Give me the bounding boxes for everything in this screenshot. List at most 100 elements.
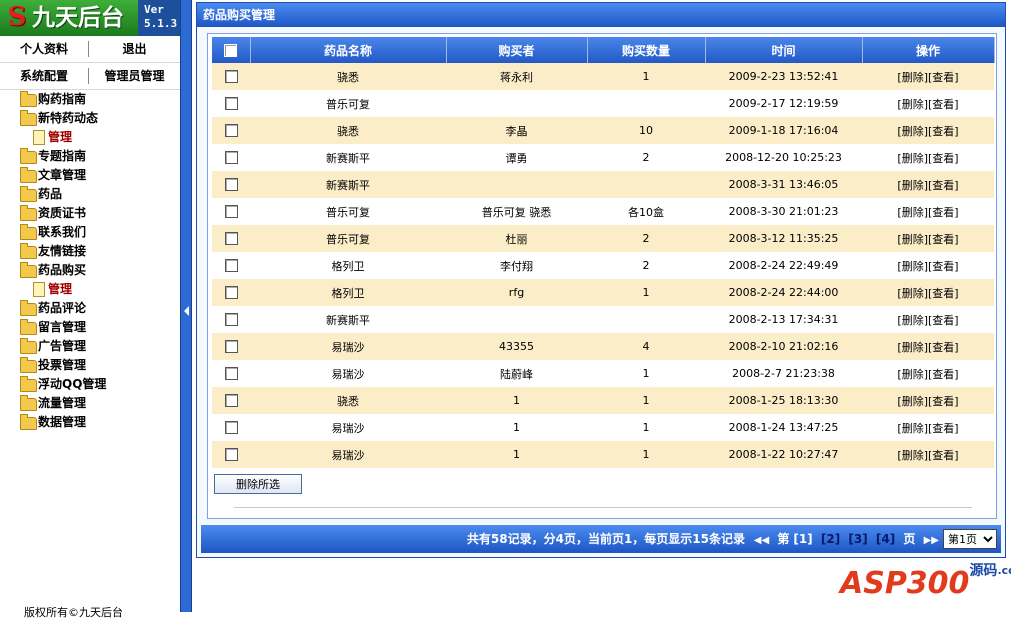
sidebar-item[interactable]: 专题指南 (0, 147, 180, 166)
folder-icon (20, 91, 37, 107)
sidebar-item-label: 药品 (38, 187, 63, 201)
row-checkbox[interactable] (224, 151, 238, 165)
sidebar-item[interactable]: 留言管理 (0, 318, 180, 337)
cell-actions[interactable]: [删除][查看] (862, 279, 994, 306)
watermark-text: ASP300 (840, 566, 970, 601)
select-all-cell (212, 37, 251, 63)
row-checkbox[interactable] (224, 97, 238, 111)
admin-manage-link[interactable]: 管理员管理 (89, 63, 180, 89)
logout-link[interactable]: 退出 (89, 36, 180, 62)
row-checkbox[interactable] (224, 340, 238, 354)
logo-title: 九天后台 (32, 5, 124, 31)
sidebar-item[interactable]: 药品 (0, 185, 180, 204)
cell-actions[interactable]: [删除][查看] (862, 144, 994, 171)
row-checkbox[interactable] (224, 70, 238, 84)
cell-actions[interactable]: [删除][查看] (862, 252, 994, 279)
last-page-icon[interactable]: ▶▶ (924, 535, 939, 546)
sidebar-item[interactable]: 药品购买 (0, 261, 180, 280)
cell-drug-name: 普乐可复 (250, 90, 446, 117)
row-select-cell (212, 360, 250, 387)
cell-actions[interactable]: [删除][查看] (862, 387, 994, 414)
page-link-2[interactable]: [2] (821, 532, 840, 546)
cell-actions[interactable]: [删除][查看] (862, 63, 994, 90)
table-row: 格列卫 rfg 1 2008-2-24 22:44:00 [删除][查看] (212, 279, 994, 306)
cell-time: 2009-2-17 12:19:59 (705, 90, 862, 117)
cell-actions[interactable]: [删除][查看] (862, 333, 994, 360)
cell-drug-name: 骁悉 (250, 63, 446, 90)
current-page: [1] (793, 532, 813, 546)
sidebar-subitem[interactable]: 管理 (0, 280, 180, 299)
folder-icon (20, 205, 37, 221)
sidebar-splitter[interactable] (180, 0, 192, 612)
cell-drug-name: 易瑞沙 (250, 414, 446, 441)
cell-actions[interactable]: [删除][查看] (862, 198, 994, 225)
collapse-arrow-icon[interactable] (184, 306, 189, 316)
page-prefix: 第 (777, 532, 790, 546)
cell-actions[interactable]: [删除][查看] (862, 441, 994, 468)
cell-time: 2009-1-18 17:16:04 (705, 117, 862, 144)
sidebar-item[interactable]: 流量管理 (0, 394, 180, 413)
purchase-table: 药品名称 购买者 购买数量 时间 操作 骁悉 蒋永利 1 2009-2-23 13:5… (212, 37, 995, 468)
row-checkbox[interactable] (224, 313, 238, 327)
cell-actions[interactable]: [删除][查看] (862, 414, 994, 441)
cell-actions[interactable]: [删除][查看] (862, 360, 994, 387)
sidebar-item[interactable]: 浮动QQ管理 (0, 375, 180, 394)
purchase-panel: 药品购买管理 药品名称 购买者 购买数量 时间 操作 骁悉 蒋永利 1 2009… (196, 2, 1006, 558)
cell-actions[interactable]: [删除][查看] (862, 117, 994, 144)
sidebar-item[interactable]: 联系我们 (0, 223, 180, 242)
column-header-buyer: 购买者 (446, 37, 588, 63)
sidebar-item[interactable]: 文章管理 (0, 166, 180, 185)
sidebar-item[interactable]: 新特药动态 (0, 109, 180, 128)
row-checkbox[interactable] (224, 448, 238, 462)
row-checkbox[interactable] (224, 394, 238, 408)
sidebar-item[interactable]: 数据管理 (0, 413, 180, 432)
cell-drug-name: 易瑞沙 (250, 441, 446, 468)
document-icon (33, 282, 45, 297)
cell-actions[interactable]: [删除][查看] (862, 225, 994, 252)
cell-drug-name: 新赛斯平 (250, 171, 446, 198)
sidebar-item[interactable]: 广告管理 (0, 337, 180, 356)
page-link-4[interactable]: [4] (876, 532, 895, 546)
row-checkbox[interactable] (224, 421, 238, 435)
cell-actions[interactable]: [删除][查看] (862, 306, 994, 333)
cell-time: 2008-3-31 13:46:05 (705, 171, 862, 198)
row-checkbox[interactable] (224, 259, 238, 273)
sidebar-item[interactable]: 药品评论 (0, 299, 180, 318)
cell-time: 2008-3-30 21:01:23 (705, 198, 862, 225)
sidebar-item[interactable]: 资质证书 (0, 204, 180, 223)
page-select[interactable]: 第1页 (943, 529, 997, 549)
sidebar-item-label: 购药指南 (38, 92, 87, 106)
sidebar-item[interactable]: 友情链接 (0, 242, 180, 261)
sidebar-item[interactable]: 购药指南 (0, 90, 180, 109)
sidebar-item-label: 联系我们 (38, 225, 87, 239)
sidebar-subitem[interactable]: 管理 (0, 128, 180, 147)
sidebar-item[interactable]: 投票管理 (0, 356, 180, 375)
cell-quantity (587, 171, 705, 198)
cell-actions[interactable]: [删除][查看] (862, 90, 994, 117)
cell-buyer: 谭勇 (446, 144, 587, 171)
profile-link[interactable]: 个人资料 (0, 36, 88, 62)
row-checkbox[interactable] (224, 178, 238, 192)
cell-buyer (446, 306, 587, 333)
system-config-link[interactable]: 系统配置 (0, 63, 88, 89)
cell-time: 2008-2-10 21:02:16 (705, 333, 862, 360)
row-checkbox[interactable] (224, 205, 238, 219)
page-link-3[interactable]: [3] (848, 532, 867, 546)
folder-icon (20, 186, 37, 202)
cell-quantity (587, 90, 705, 117)
first-page-icon[interactable]: ◀◀ (754, 535, 769, 546)
divider-line (234, 507, 972, 508)
cell-actions[interactable]: [删除][查看] (862, 171, 994, 198)
row-checkbox[interactable] (224, 367, 238, 381)
cell-time: 2008-2-13 17:34:31 (705, 306, 862, 333)
sidebar-item-label: 流量管理 (38, 396, 87, 410)
table-row: 新赛斯平 2008-2-13 17:34:31 [删除][查看] (212, 306, 994, 333)
table-row: 易瑞沙 1 1 2008-1-22 10:27:47 [删除][查看] (212, 441, 994, 468)
delete-selected-button[interactable]: 删除所选 (214, 474, 302, 494)
select-all-checkbox[interactable] (224, 44, 238, 57)
row-checkbox[interactable] (224, 124, 238, 138)
cell-time: 2008-1-25 18:13:30 (705, 387, 862, 414)
row-checkbox[interactable] (224, 232, 238, 246)
cell-quantity: 1 (587, 414, 705, 441)
row-checkbox[interactable] (224, 286, 238, 300)
